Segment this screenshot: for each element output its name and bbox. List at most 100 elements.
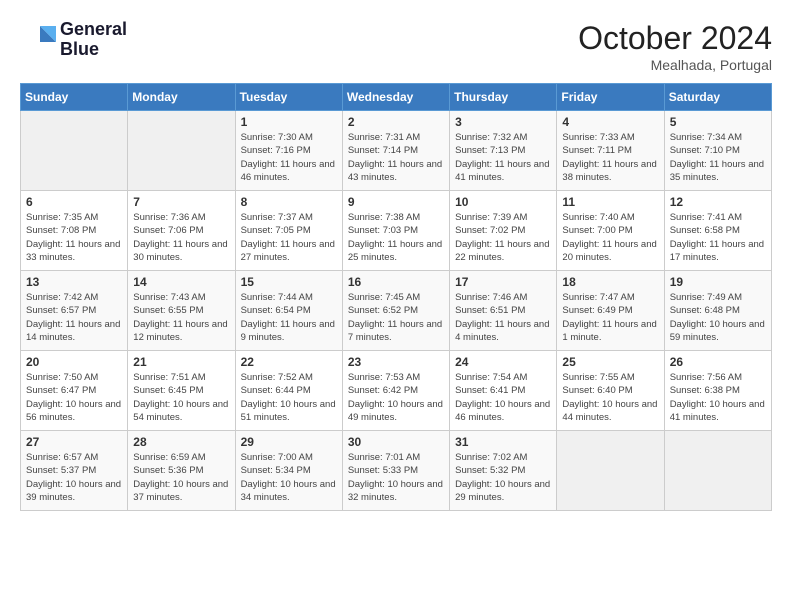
weekday-header: Sunday — [21, 84, 128, 111]
day-number: 13 — [26, 275, 122, 289]
weekday-header: Wednesday — [342, 84, 449, 111]
calendar-cell: 1 Sunrise: 7:30 AM Sunset: 7:16 PM Daylig… — [235, 111, 342, 191]
day-info: Sunrise: 7:39 AM Sunset: 7:02 PM Dayligh… — [455, 211, 551, 264]
calendar-cell — [128, 111, 235, 191]
logo-icon — [20, 22, 56, 58]
calendar-cell: 15 Sunrise: 7:44 AM Sunset: 6:54 PM Dayli… — [235, 271, 342, 351]
weekday-header: Tuesday — [235, 84, 342, 111]
day-number: 10 — [455, 195, 551, 209]
calendar-cell: 23Sunrise: 7:53 AM Sunset: 6:42 PM Dayli… — [342, 351, 449, 431]
day-number: 14 — [133, 275, 229, 289]
day-info: Sunrise: 7:55 AM Sunset: 6:40 PM Dayligh… — [562, 371, 658, 424]
calendar-cell: 31 Sunrise: 7:02 AM Sunset: 5:32 PM Dayli… — [450, 431, 557, 511]
day-number: 16 — [348, 275, 444, 289]
calendar-week-row: 13Sunrise: 7:42 AM Sunset: 6:57 PM Dayli… — [21, 271, 772, 351]
day-number: 9 — [348, 195, 444, 209]
day-info: Sunrise: 7:01 AM Sunset: 5:33 PM Dayligh… — [348, 451, 444, 504]
calendar-cell: 17 Sunrise: 7:46 AM Sunset: 6:51 PM Dayli… — [450, 271, 557, 351]
day-info: Sunrise: 7:46 AM Sunset: 6:51 PM Dayligh… — [455, 291, 551, 344]
day-number: 31 — [455, 435, 551, 449]
calendar-week-row: 6Sunrise: 7:35 AM Sunset: 7:08 PM Daylig… — [21, 191, 772, 271]
calendar-week-row: 27 Sunrise: 6:57 AM Sunset: 5:37 PM Dayli… — [21, 431, 772, 511]
day-info: Sunrise: 7:37 AM Sunset: 7:05 PM Dayligh… — [241, 211, 337, 264]
day-number: 8 — [241, 195, 337, 209]
page-header: General Blue October 2024 Mealhada, Port… — [20, 20, 772, 73]
day-number: 15 — [241, 275, 337, 289]
day-number: 19 — [670, 275, 766, 289]
calendar-cell: 8 Sunrise: 7:37 AM Sunset: 7:05 PM Daylig… — [235, 191, 342, 271]
day-info: Sunrise: 7:54 AM Sunset: 6:41 PM Dayligh… — [455, 371, 551, 424]
calendar-cell — [21, 111, 128, 191]
calendar-week-row: 20 Sunrise: 7:50 AM Sunset: 6:47 PM Dayli… — [21, 351, 772, 431]
calendar-cell: 12 Sunrise: 7:41 AM Sunset: 6:58 PM Dayli… — [664, 191, 771, 271]
day-number: 4 — [562, 115, 658, 129]
day-number: 11 — [562, 195, 658, 209]
day-number: 17 — [455, 275, 551, 289]
calendar-cell: 10 Sunrise: 7:39 AM Sunset: 7:02 PM Dayli… — [450, 191, 557, 271]
day-number: 29 — [241, 435, 337, 449]
day-info: Sunrise: 7:33 AM Sunset: 7:11 PM Dayligh… — [562, 131, 658, 184]
calendar-cell: 30 Sunrise: 7:01 AM Sunset: 5:33 PM Dayli… — [342, 431, 449, 511]
day-info: Sunrise: 7:38 AM Sunset: 7:03 PM Dayligh… — [348, 211, 444, 264]
calendar-cell: 4 Sunrise: 7:33 AM Sunset: 7:11 PM Daylig… — [557, 111, 664, 191]
calendar-cell: 24 Sunrise: 7:54 AM Sunset: 6:41 PM Dayli… — [450, 351, 557, 431]
day-info: Sunrise: 6:57 AM Sunset: 5:37 PM Dayligh… — [26, 451, 122, 504]
calendar-cell: 16 Sunrise: 7:45 AM Sunset: 6:52 PM Dayli… — [342, 271, 449, 351]
day-info: Sunrise: 7:47 AM Sunset: 6:49 PM Dayligh… — [562, 291, 658, 344]
day-number: 1 — [241, 115, 337, 129]
day-number: 12 — [670, 195, 766, 209]
calendar-cell: 28Sunrise: 6:59 AM Sunset: 5:36 PM Dayli… — [128, 431, 235, 511]
day-number: 27 — [26, 435, 122, 449]
month-title: October 2024 — [578, 20, 772, 57]
calendar-cell: 29 Sunrise: 7:00 AM Sunset: 5:34 PM Dayli… — [235, 431, 342, 511]
weekday-header: Saturday — [664, 84, 771, 111]
calendar-cell: 13Sunrise: 7:42 AM Sunset: 6:57 PM Dayli… — [21, 271, 128, 351]
calendar-cell: 3 Sunrise: 7:32 AM Sunset: 7:13 PM Daylig… — [450, 111, 557, 191]
calendar-cell: 26Sunrise: 7:56 AM Sunset: 6:38 PM Dayli… — [664, 351, 771, 431]
day-info: Sunrise: 6:59 AM Sunset: 5:36 PM Dayligh… — [133, 451, 229, 504]
calendar-cell — [664, 431, 771, 511]
day-info: Sunrise: 7:02 AM Sunset: 5:32 PM Dayligh… — [455, 451, 551, 504]
calendar-cell: 22Sunrise: 7:52 AM Sunset: 6:44 PM Dayli… — [235, 351, 342, 431]
location-subtitle: Mealhada, Portugal — [578, 57, 772, 73]
day-number: 2 — [348, 115, 444, 129]
day-info: Sunrise: 7:00 AM Sunset: 5:34 PM Dayligh… — [241, 451, 337, 504]
day-number: 18 — [562, 275, 658, 289]
calendar-cell: 5Sunrise: 7:34 AM Sunset: 7:10 PM Daylig… — [664, 111, 771, 191]
calendar-week-row: 1 Sunrise: 7:30 AM Sunset: 7:16 PM Daylig… — [21, 111, 772, 191]
day-info: Sunrise: 7:50 AM Sunset: 6:47 PM Dayligh… — [26, 371, 122, 424]
day-info: Sunrise: 7:44 AM Sunset: 6:54 PM Dayligh… — [241, 291, 337, 344]
calendar-cell: 2 Sunrise: 7:31 AM Sunset: 7:14 PM Daylig… — [342, 111, 449, 191]
day-number: 23 — [348, 355, 444, 369]
weekday-header: Monday — [128, 84, 235, 111]
calendar-cell: 25 Sunrise: 7:55 AM Sunset: 6:40 PM Dayli… — [557, 351, 664, 431]
day-info: Sunrise: 7:34 AM Sunset: 7:10 PM Dayligh… — [670, 131, 766, 184]
calendar-cell: 11 Sunrise: 7:40 AM Sunset: 7:00 PM Dayli… — [557, 191, 664, 271]
day-number: 25 — [562, 355, 658, 369]
day-number: 7 — [133, 195, 229, 209]
weekday-header: Thursday — [450, 84, 557, 111]
calendar-cell: 14 Sunrise: 7:43 AM Sunset: 6:55 PM Dayli… — [128, 271, 235, 351]
day-number: 22 — [241, 355, 337, 369]
day-info: Sunrise: 7:40 AM Sunset: 7:00 PM Dayligh… — [562, 211, 658, 264]
calendar-cell — [557, 431, 664, 511]
day-number: 24 — [455, 355, 551, 369]
calendar-cell: 19Sunrise: 7:49 AM Sunset: 6:48 PM Dayli… — [664, 271, 771, 351]
logo: General Blue — [20, 20, 127, 60]
day-number: 3 — [455, 115, 551, 129]
day-number: 30 — [348, 435, 444, 449]
calendar-cell: 7 Sunrise: 7:36 AM Sunset: 7:06 PM Daylig… — [128, 191, 235, 271]
day-info: Sunrise: 7:41 AM Sunset: 6:58 PM Dayligh… — [670, 211, 766, 264]
day-info: Sunrise: 7:36 AM Sunset: 7:06 PM Dayligh… — [133, 211, 229, 264]
day-number: 20 — [26, 355, 122, 369]
day-info: Sunrise: 7:51 AM Sunset: 6:45 PM Dayligh… — [133, 371, 229, 424]
day-number: 21 — [133, 355, 229, 369]
calendar-cell: 27 Sunrise: 6:57 AM Sunset: 5:37 PM Dayli… — [21, 431, 128, 511]
day-number: 6 — [26, 195, 122, 209]
day-info: Sunrise: 7:43 AM Sunset: 6:55 PM Dayligh… — [133, 291, 229, 344]
day-info: Sunrise: 7:45 AM Sunset: 6:52 PM Dayligh… — [348, 291, 444, 344]
day-number: 26 — [670, 355, 766, 369]
day-info: Sunrise: 7:31 AM Sunset: 7:14 PM Dayligh… — [348, 131, 444, 184]
day-info: Sunrise: 7:30 AM Sunset: 7:16 PM Dayligh… — [241, 131, 337, 184]
day-info: Sunrise: 7:32 AM Sunset: 7:13 PM Dayligh… — [455, 131, 551, 184]
